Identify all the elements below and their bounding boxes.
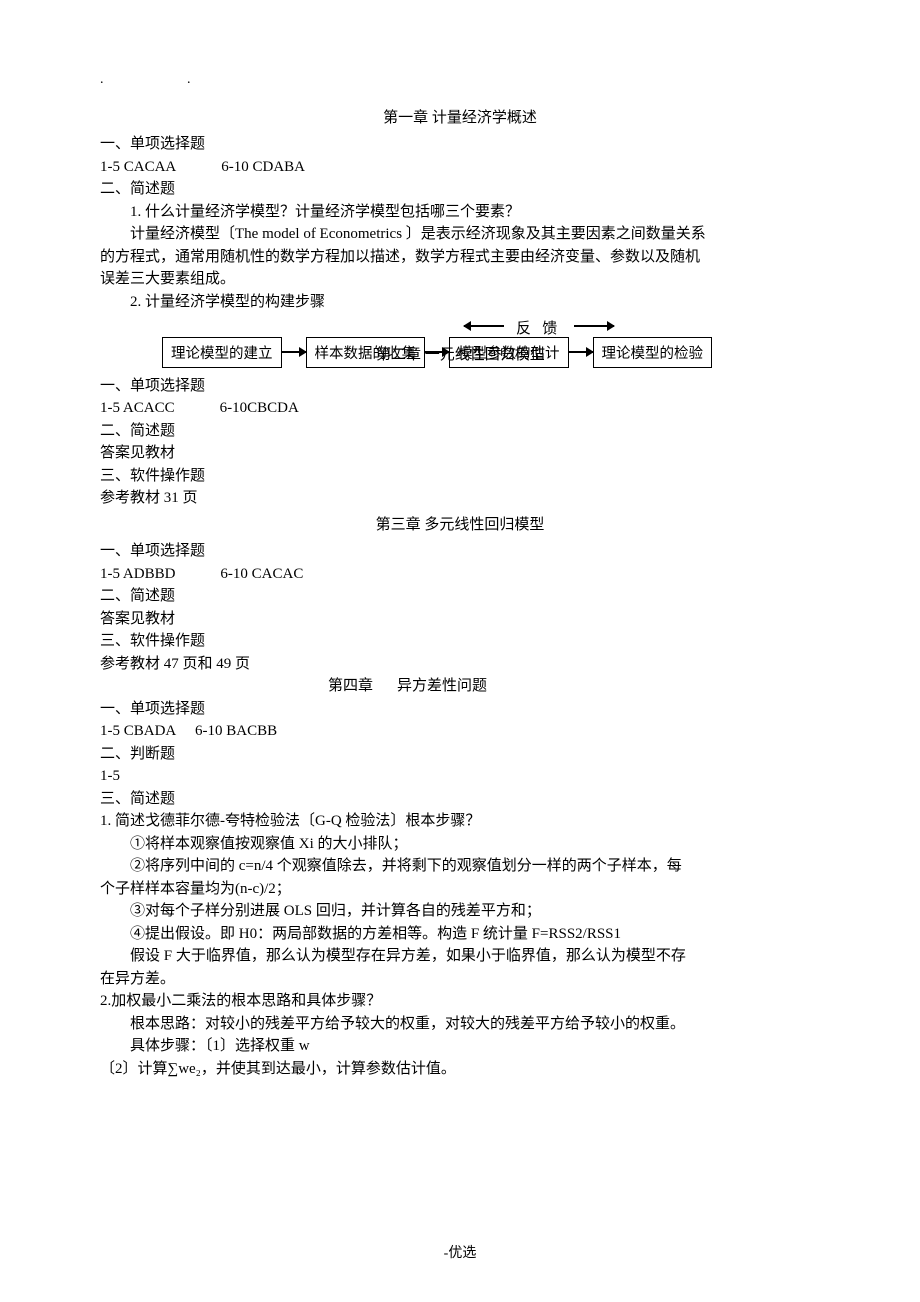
chapter1-title: 第一章 计量经济学概述: [100, 106, 820, 127]
ch1-a1-part1: 计量经济模型〔The model of Econometrics 〕是表示经济现…: [100, 223, 820, 245]
feedback-r: 馈: [542, 321, 557, 337]
ch3-section1-answers: 1-5 ADBBD 6-10 CACAC: [100, 563, 820, 585]
dot-right: .: [187, 72, 191, 88]
ch4-q1-step1: ①将样本观察值按观察值 Xi 的大小排队；: [100, 833, 820, 855]
ch3-section2-answers: 答案见教材: [100, 608, 820, 630]
page-footer: -优选: [0, 1242, 920, 1262]
ch1-section1-answers: 1-5 CACAA 6-10 CDABA: [100, 156, 820, 178]
ch4-section1-answers: 1-5 CBADA 6-10 BACBB: [100, 720, 820, 742]
ch4-section2-head: 二、判断题: [100, 743, 820, 765]
ch3-section3-answers: 参考教材 47 页和 49 页: [100, 653, 820, 675]
ch2-section1-answers: 1-5 ACACC 6-10CBCDA: [100, 397, 820, 419]
dot-left: .: [100, 72, 104, 88]
ch2-section2-head: 二、简述题: [100, 420, 820, 442]
ch4-q2-p1: 根本思路：对较小的残差平方给予较大的权重，对较大的残差平方给予较小的权重。: [100, 1013, 820, 1035]
ch4-q1-conclusion2: 在异方差。: [100, 968, 820, 990]
feedback-arrow-left-icon: [464, 325, 504, 327]
ch2-section1-head: 一、单项选择题: [100, 375, 820, 397]
ch4-title-prefix: 第四章: [328, 678, 373, 694]
ch3-section3-head: 三、软件操作题: [100, 630, 820, 652]
flow-box-theory-test: 理论模型的检验: [593, 337, 713, 368]
feedback-l: 反: [516, 321, 531, 337]
chapter2-title: 第二章 一元线性回归模型: [376, 343, 545, 364]
ch4-section2-answers: 1-5: [100, 765, 820, 787]
feedback-arrow-right-icon: [574, 325, 614, 327]
ch4-q1-step4: ④提出假设。即 H0：两局部数据的方差相等。构造 F 统计量 F=RSS2/RS…: [100, 923, 820, 945]
ch4-q2: 2.加权最小二乘法的根本思路和具体步骤？: [100, 990, 820, 1012]
ch1-q2: 2. 计量经济学模型的构建步骤: [100, 291, 820, 313]
ch4-q1: 1. 简述戈德菲尔德-夸特检验法〔G-Q 检验法〕根本步骤？: [100, 810, 820, 832]
ch2-section2-answers: 答案见教材: [100, 442, 820, 464]
ch4-q1-step2b: 个子样样本容量均为(n-c)/2；: [100, 878, 820, 900]
ch4-q2-p2: 具体步骤：〔1〕选择权重 w: [100, 1035, 820, 1057]
flow-box-theory-build: 理论模型的建立: [162, 337, 282, 368]
ch1-q1: 1. 什么计量经济学模型？计量经济学模型包括哪三个要素？: [100, 201, 820, 223]
feedback-label: 反 馈: [516, 317, 557, 338]
ch1-section1-head: 一、单项选择题: [100, 133, 820, 155]
ch1-a1-part3: 误差三大要素组成。: [100, 268, 820, 290]
ch4-section1-head: 一、单项选择题: [100, 698, 820, 720]
arrow-icon: [282, 351, 306, 353]
header-dots: . .: [100, 72, 820, 88]
chapter3-title: 第三章 多元线性回归模型: [100, 513, 820, 534]
arrow-icon: [569, 351, 593, 353]
ch1-a1-part2: 的方程式，通常用随机性的数学方程加以描述，数学方程式主要由经济变量、参数以及随机: [100, 246, 820, 268]
ch2-section3-head: 三、软件操作题: [100, 465, 820, 487]
ch4-q1-step2: ②将序列中间的 c=n/4 个观察值除去，并将剩下的观察值划分一样的两个子样本，…: [100, 855, 820, 877]
document-page: . . 第一章 计量经济学概述 一、单项选择题 1-5 CACAA 6-10 C…: [0, 0, 920, 1302]
ch3-section1-head: 一、单项选择题: [100, 540, 820, 562]
ch2-section3-answers: 参考教材 31 页: [100, 487, 820, 509]
ch4-title-text: 异方差性问题: [397, 678, 487, 694]
ch4-section3-head: 三、简述题: [100, 788, 820, 810]
ch4-q1-conclusion1: 假设 F 大于临界值，那么认为模型存在异方差，如果小于临界值，那么认为模型不存: [100, 945, 820, 967]
ch4-q2-p3: 〔2〕计算∑we₂，并使其到达最小，计算参数估计值。: [100, 1058, 820, 1080]
ch4-q1-step3: ③对每个子样分别进展 OLS 回归，并计算各自的残差平方和；: [100, 900, 820, 922]
model-flowchart: 反 馈 理论模型的建立 样本数据的收集 模型参数的估计 理论模型的检验 第二章 …: [162, 319, 820, 373]
chapter4-title: 第四章 异方差性问题: [328, 675, 820, 697]
ch1-section2-head: 二、简述题: [100, 178, 820, 200]
ch3-section2-head: 二、简述题: [100, 585, 820, 607]
